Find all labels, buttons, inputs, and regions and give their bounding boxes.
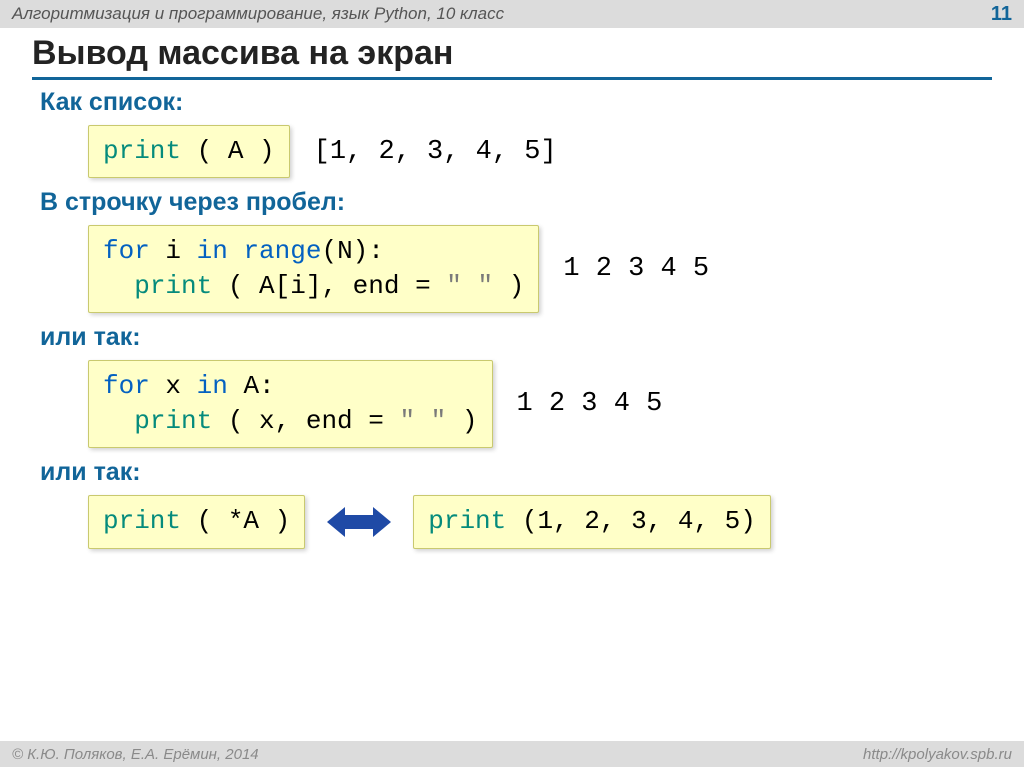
code-token: x bbox=[150, 371, 197, 401]
arrow-body bbox=[345, 515, 373, 529]
output-3: 1 2 3 4 5 bbox=[517, 389, 663, 419]
content-area: Вывод массива на экран Как список: print… bbox=[0, 28, 1024, 549]
code-box-1: print ( A ) bbox=[88, 125, 290, 178]
code-token: for bbox=[103, 371, 150, 401]
code-box-3: for x in A: print ( x, end = " " ) bbox=[88, 360, 493, 448]
slide: Алгоритмизация и программирование, язык … bbox=[0, 0, 1024, 767]
course-title: Алгоритмизация и программирование, язык … bbox=[12, 4, 504, 24]
code-box-4: print ( *A ) bbox=[88, 495, 305, 548]
code-token: print bbox=[134, 406, 212, 436]
code-token: print bbox=[428, 506, 506, 536]
code-token: print bbox=[134, 271, 212, 301]
section-label-1: Как список: bbox=[40, 88, 992, 117]
header-bar: Алгоритмизация и программирование, язык … bbox=[0, 0, 1024, 28]
page-number: 11 bbox=[968, 3, 1012, 26]
footer-url: http://kpolyakov.spb.ru bbox=[863, 746, 1012, 763]
code-token: range bbox=[228, 236, 322, 266]
code-token: print bbox=[103, 136, 181, 166]
section-label-4: или так: bbox=[40, 458, 992, 487]
code-token: ) bbox=[446, 406, 477, 436]
code-box-5: print (1, 2, 3, 4, 5) bbox=[413, 495, 771, 548]
code-token: " " bbox=[446, 271, 493, 301]
code-token: (1, 2, 3, 4, 5) bbox=[506, 506, 756, 536]
code-token: in bbox=[197, 371, 228, 401]
code-token: ( A[i], end = bbox=[212, 271, 446, 301]
code-token: i bbox=[150, 236, 197, 266]
output-1: [1, 2, 3, 4, 5] bbox=[314, 137, 557, 167]
arrow-right-head bbox=[373, 507, 391, 537]
section-label-2: В строчку через пробел: bbox=[40, 188, 992, 217]
double-arrow-icon bbox=[327, 507, 391, 537]
code-token: for bbox=[103, 236, 150, 266]
code-token: " " bbox=[399, 406, 446, 436]
code-token: in bbox=[197, 236, 228, 266]
section-label-3: или так: bbox=[40, 323, 992, 352]
arrow-left-head bbox=[327, 507, 345, 537]
output-2: 1 2 3 4 5 bbox=[563, 254, 709, 284]
footer-bar: © К.Ю. Поляков, Е.А. Ерёмин, 2014 http:/… bbox=[0, 741, 1024, 767]
footer-authors: © К.Ю. Поляков, Е.А. Ерёмин, 2014 bbox=[12, 746, 259, 763]
code-box-2: for i in range(N): print ( A[i], end = "… bbox=[88, 225, 539, 313]
slide-title: Вывод массива на экран bbox=[32, 34, 992, 80]
code-token: ( *A ) bbox=[181, 506, 290, 536]
code-token: ( x, end = bbox=[212, 406, 399, 436]
code-token: print bbox=[103, 506, 181, 536]
code-token: ) bbox=[493, 271, 524, 301]
code-token: ( A ) bbox=[181, 136, 275, 166]
